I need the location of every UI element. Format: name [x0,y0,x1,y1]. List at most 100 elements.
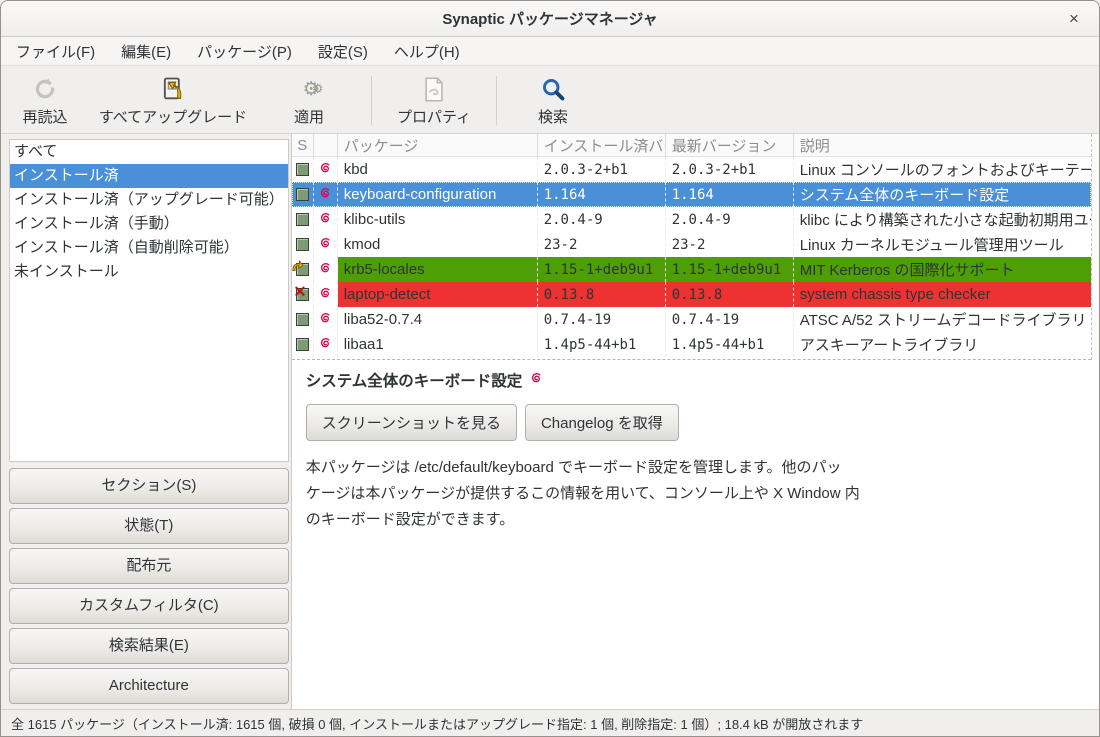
latest-version: 2.0.4-9 [666,207,794,232]
status-installed-icon [296,238,309,251]
package-name: liba52-0.7.4 [338,307,538,332]
latest-version: 0.7.4-19 [666,307,794,332]
status-installed-icon [296,313,309,326]
package-table: S パッケージ インストール済バージョン 最新バージョン 説明 kbd 2.0.… [292,134,1091,360]
apply-label: 適用 [294,106,324,127]
search-label: 検索 [538,106,568,127]
statusbar-text: 全 1615 パッケージ（インストール済: 1615 個, 破損 0 個, イン… [11,714,863,733]
debian-swirl-icon [318,236,332,254]
toolbar-separator [371,76,372,125]
package-name: kmod [338,232,538,257]
package-description: ATSC A/52 ストリームデコードライブラリ [794,307,1091,332]
latest-version: 1.15-1+deb9u1 [666,257,794,282]
package-name: libaa1 [338,332,538,357]
debian-swirl-icon [318,161,332,179]
menu-package[interactable]: パッケージ(P) [188,37,301,65]
package-name: krb5-locales [338,257,538,282]
installed-version: 1.4p5-44+b1 [538,332,666,357]
header-installed-version[interactable]: インストール済バージョン [538,134,666,156]
debian-swirl-icon [529,371,543,390]
package-description: システム全体のキーボード設定 [794,182,1091,207]
package-name: laptop-detect [338,282,538,307]
right-panel: S パッケージ インストール済バージョン 最新バージョン 説明 kbd 2.0.… [291,134,1099,709]
search-button[interactable]: 検索 [507,70,599,131]
latest-version: 2.0.3-2+b1 [666,157,794,182]
table-row[interactable]: liba52-0.7.4 0.7.4-19 0.7.4-19 ATSC A/52… [292,307,1091,332]
table-row-selected[interactable]: keyboard-configuration 1.164 1.164 システム全… [292,182,1091,207]
properties-label: プロパティ [397,106,471,127]
header-status[interactable]: S [292,134,314,156]
package-name: klibc-utils [338,207,538,232]
search-results-button[interactable]: 検索結果(E) [9,628,289,664]
header-latest-version[interactable]: 最新バージョン [666,134,794,156]
sections-button[interactable]: セクション(S) [9,468,289,504]
table-header: S パッケージ インストール済バージョン 最新バージョン 説明 [292,134,1091,157]
debian-swirl-icon [318,311,332,329]
installed-version: 2.0.3-2+b1 [538,157,666,182]
toolbar: 再読込 すべてアップグレード ⚙⚙ 適用 プロパティ [1,66,1099,134]
latest-version: 23-2 [666,232,794,257]
status-installed-icon [296,213,309,226]
reload-label: 再読込 [22,106,67,127]
architecture-button[interactable]: Architecture [9,668,289,704]
left-panel: すべて インストール済 インストール済（アップグレード可能） インストール済（手… [1,134,291,709]
search-icon [540,73,567,105]
package-description: MIT Kerberos の国際化サポート [794,257,1091,282]
remove-x-icon: ✕ [293,282,306,302]
installed-version: 0.13.8 [538,282,666,307]
filter-item-installed-autoremovable[interactable]: インストール済（自動削除可能） [10,236,288,260]
installed-version: 2.0.4-9 [538,207,666,232]
reload-button[interactable]: 再読込 [1,70,89,131]
close-icon: × [1069,9,1079,29]
filter-item-installed-upgradable[interactable]: インストール済（アップグレード可能） [10,188,288,212]
installed-version: 0.7.4-19 [538,307,666,332]
installed-version: 1.164 [538,182,666,207]
status-installed-icon [296,188,309,201]
description-line: ケージは本パッケージが提供するこの情報を用いて、コンソール上や X Window… [306,481,1085,507]
debian-swirl-icon [318,211,332,229]
header-package[interactable]: パッケージ [338,134,538,156]
menu-settings[interactable]: 設定(S) [309,37,377,65]
synaptic-window: Synaptic パッケージマネージャ × ファイル(F) 編集(E) パッケー… [0,0,1100,737]
detail-description: 本パッケージは /etc/default/keyboard でキーボード設定を管… [306,455,1085,533]
table-row-marked-removal[interactable]: ✕ laptop-detect 0.13.8 0.13.8 system cha… [292,282,1091,307]
vertical-scrollbar[interactable] [1091,134,1099,360]
package-description: klibc により構築された小さな起動初期用ユーティリティ [794,207,1091,232]
close-button[interactable]: × [1061,6,1087,32]
status-installed-icon [296,338,309,351]
filter-list: すべて インストール済 インストール済（アップグレード可能） インストール済（手… [9,139,289,462]
custom-filters-button[interactable]: カスタムフィルタ(C) [9,588,289,624]
titlebar[interactable]: Synaptic パッケージマネージャ × [1,1,1099,37]
upgrade-all-button[interactable]: すべてアップグレード [89,70,257,131]
filter-item-installed[interactable]: インストール済 [10,164,288,188]
main-content: すべて インストール済 インストール済（アップグレード可能） インストール済（手… [1,134,1099,709]
table-row-marked-upgrade[interactable]: krb5-locales 1.15-1+deb9u1 1.15-1+deb9u1… [292,257,1091,282]
table-row[interactable]: kmod 23-2 23-2 Linux カーネルモジュール管理用ツール [292,232,1091,257]
table-row[interactable]: kbd 2.0.3-2+b1 2.0.3-2+b1 Linux コンソールのフォ… [292,157,1091,182]
header-description[interactable]: 説明 [794,134,1091,156]
debian-swirl-icon [318,286,332,304]
menubar: ファイル(F) 編集(E) パッケージ(P) 設定(S) ヘルプ(H) [1,37,1099,66]
status-installed-icon [296,163,309,176]
package-description: Linux カーネルモジュール管理用ツール [794,232,1091,257]
apply-button[interactable]: ⚙⚙ 適用 [257,70,361,131]
origin-button[interactable]: 配布元 [9,548,289,584]
upgrade-all-icon [159,73,187,105]
menu-edit[interactable]: 編集(E) [112,37,180,65]
status-button[interactable]: 状態(T) [9,508,289,544]
filter-item-installed-manual[interactable]: インストール済（手動） [10,212,288,236]
get-screenshot-button[interactable]: スクリーンショットを見る [306,404,517,441]
table-row[interactable]: libaa1 1.4p5-44+b1 1.4p5-44+b1 アスキーアートライ… [292,332,1091,357]
latest-version: 1.164 [666,182,794,207]
debian-swirl-icon [318,336,332,354]
get-changelog-button[interactable]: Changelog を取得 [525,404,679,441]
filter-item-all[interactable]: すべて [10,140,288,164]
menu-help[interactable]: ヘルプ(H) [385,37,469,65]
upgrade-all-label: すべてアップグレード [99,106,247,127]
latest-version: 0.13.8 [666,282,794,307]
properties-button[interactable]: プロパティ [382,70,486,131]
menu-file[interactable]: ファイル(F) [7,37,104,65]
filter-item-not-installed[interactable]: 未インストール [10,260,288,284]
table-row[interactable]: klibc-utils 2.0.4-9 2.0.4-9 klibc により構築さ… [292,207,1091,232]
header-origin-icon[interactable] [314,134,338,156]
